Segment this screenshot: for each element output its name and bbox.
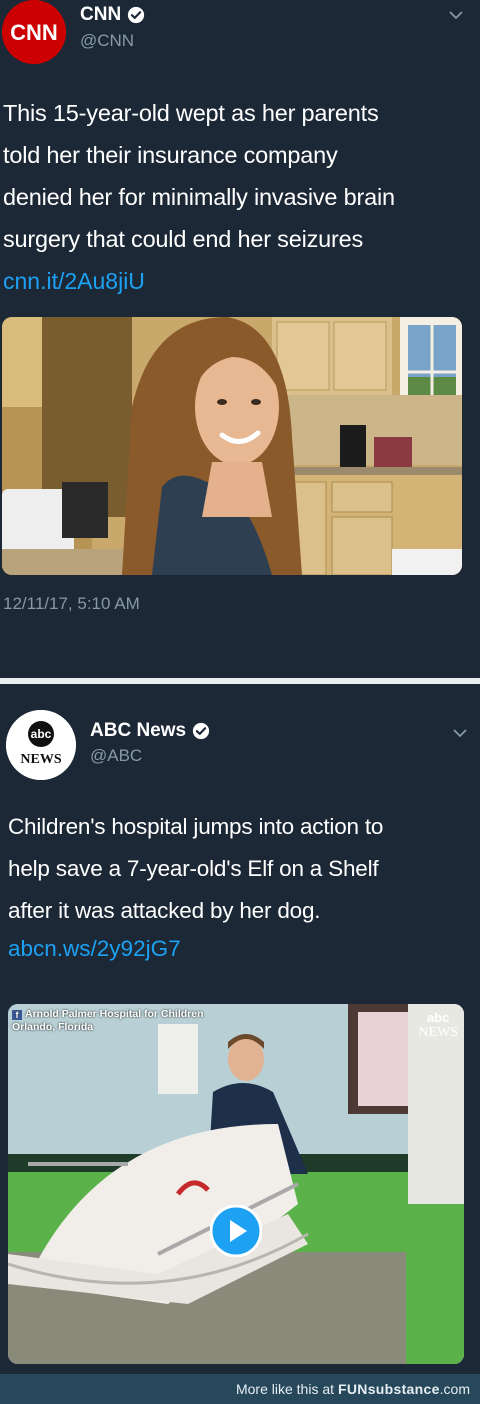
tweet-video[interactable]: f Arnold Palmer Hospital for Children Or… bbox=[8, 1004, 464, 1364]
tweet-text: Children's hospital jumps into action to… bbox=[8, 806, 478, 932]
facebook-icon: f bbox=[12, 1009, 22, 1020]
hospital-video-thumbnail bbox=[8, 1004, 464, 1364]
tweet-link[interactable]: abcn.ws/2y92jG7 bbox=[8, 936, 181, 962]
tweet-text-line: denied her for minimally invasive brain bbox=[3, 184, 395, 210]
play-button-icon[interactable] bbox=[210, 1205, 262, 1257]
account-name-label: ABC News bbox=[90, 720, 187, 741]
tweet-text-line: surgery that could end her seizures bbox=[3, 226, 364, 252]
account-name[interactable]: CNN bbox=[80, 4, 145, 26]
watermark-footer: More like this at FUNsubstance .com bbox=[0, 1374, 480, 1404]
account-name-label: CNN bbox=[80, 4, 122, 25]
tweet-text: This 15-year-old wept as her parents tol… bbox=[3, 92, 477, 260]
account-handle[interactable]: @CNN bbox=[80, 31, 134, 51]
svg-text:CNN: CNN bbox=[10, 20, 58, 45]
tweet-photo[interactable] bbox=[2, 317, 462, 575]
tweet-timestamp: 12/11/17, 5:10 AM bbox=[3, 594, 140, 613]
video-source-location: Orlando, Florida bbox=[12, 1021, 94, 1033]
verified-badge-icon bbox=[192, 722, 210, 740]
footer-prefix: More like this at bbox=[235, 1381, 335, 1397]
abc-watermark-top: abc bbox=[426, 1010, 450, 1025]
cnn-avatar[interactable]: CNN bbox=[2, 0, 66, 64]
tweet-link[interactable]: cnn.it/2Au8jiU bbox=[3, 268, 145, 295]
video-source-overlay: f Arnold Palmer Hospital for Children Or… bbox=[12, 1008, 204, 1034]
tweet-text-line: Children's hospital jumps into action to bbox=[8, 814, 384, 839]
tweet-text-line: help save a 7-year-old's Elf on a Shelf bbox=[8, 856, 379, 881]
svg-text:NEWS: NEWS bbox=[20, 752, 61, 767]
tweet-text-line: told her their insurance company bbox=[3, 142, 338, 168]
cnn-logo-icon: CNN bbox=[2, 0, 66, 64]
footer-suffix: .com bbox=[439, 1381, 470, 1397]
abc-watermark-bottom: NEWS bbox=[418, 1025, 458, 1040]
chevron-down-icon[interactable] bbox=[448, 10, 464, 20]
tweet-abc-news[interactable]: abc NEWS ABC News @ABC Children's hospit… bbox=[0, 684, 480, 1374]
chevron-down-icon[interactable] bbox=[452, 728, 468, 738]
account-handle[interactable]: @ABC bbox=[90, 746, 142, 766]
tweet-text-line: after it was attacked by her dog. bbox=[8, 898, 321, 923]
tweet-text-line: This 15-year-old wept as her parents bbox=[3, 100, 379, 126]
abc-news-logo-icon: abc NEWS bbox=[6, 710, 76, 780]
verified-badge-icon bbox=[128, 6, 145, 24]
video-source-name: Arnold Palmer Hospital for Children bbox=[25, 1008, 204, 1020]
tweet-cnn[interactable]: CNN CNN @CNN This 15-year-old wept as he… bbox=[0, 0, 480, 678]
svg-text:abc: abc bbox=[31, 727, 52, 741]
abc-news-avatar[interactable]: abc NEWS bbox=[6, 710, 76, 780]
kitchen-photo-image bbox=[2, 317, 462, 575]
account-name[interactable]: ABC News bbox=[90, 720, 210, 742]
abc-news-watermark: abc NEWS bbox=[418, 1010, 458, 1041]
footer-brand: FUNsubstance bbox=[338, 1381, 440, 1397]
